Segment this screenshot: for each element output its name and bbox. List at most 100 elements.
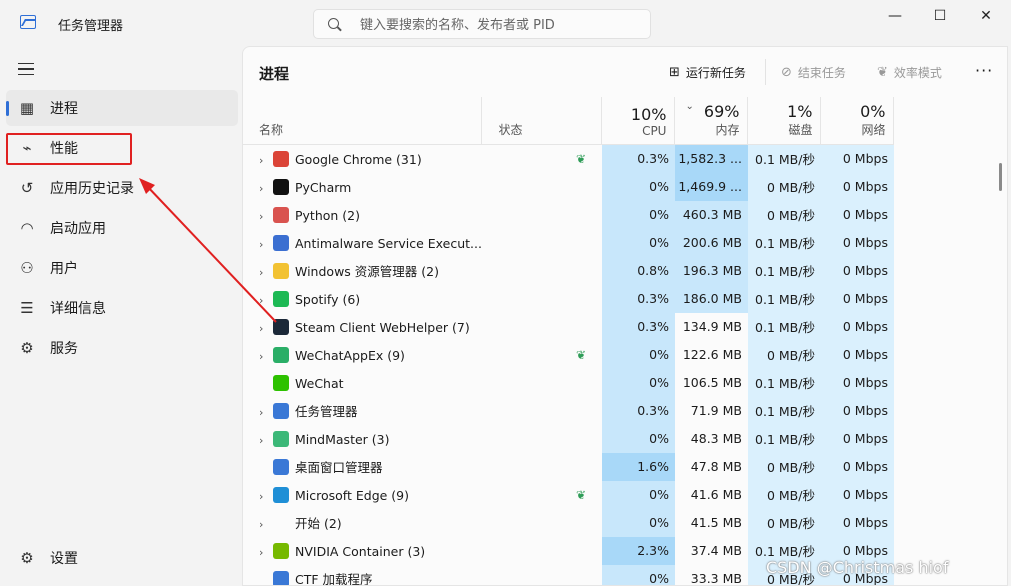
end-task-button[interactable]: ⊘ 结束任务 bbox=[781, 61, 846, 83]
sidebar: ▦ 进程 ⌁ 性能 ↺ 应用历史记录 ◠ 启动应用 ⚇ 用户 ☰ 详细信息 ⚙ … bbox=[0, 46, 242, 586]
end-task-label: 结束任务 bbox=[797, 65, 846, 80]
column-header-cpu[interactable]: 10% CPU bbox=[601, 97, 676, 145]
efficiency-mode-button[interactable]: ❦ 效率模式 bbox=[877, 61, 942, 83]
cpu-cell: 0% bbox=[601, 200, 675, 229]
column-header-status[interactable]: 状态 bbox=[481, 97, 603, 145]
table-row[interactable]: WeChat 0% 106.5 MB 0.1 MB/秒 0 Mbps bbox=[243, 368, 894, 397]
process-name-cell: › NVIDIA Container (3) bbox=[243, 537, 482, 565]
history-icon: ↺ bbox=[20, 179, 34, 197]
search-input[interactable] bbox=[358, 15, 642, 35]
table-row[interactable]: › Microsoft Edge (9) ❦ 0% 41.6 MB 0 MB/秒 0 Mbp… bbox=[243, 480, 894, 509]
close-button[interactable]: ✕ bbox=[963, 0, 1009, 32]
title-bar: 任务管理器 — ☐ ✕ bbox=[0, 0, 1011, 46]
table-row[interactable]: › Spotify (6) 0.3% 186.0 MB 0.1 MB/秒 0 Mbps bbox=[243, 284, 894, 313]
table-row[interactable]: › WeChatAppEx (9) ❦ 0% 122.6 MB 0 MB/秒 0 Mbps bbox=[243, 340, 894, 369]
network-cell: 0 Mbps bbox=[820, 312, 894, 341]
expand-chevron-icon[interactable]: › bbox=[259, 322, 273, 335]
expand-chevron-icon[interactable]: › bbox=[259, 350, 273, 363]
table-row[interactable]: › 任务管理器 0.3% 71.9 MB 0.1 MB/秒 0 Mbps bbox=[243, 396, 894, 425]
status-cell bbox=[482, 369, 602, 397]
table-row[interactable]: › 开始 (2) 0% 41.5 MB 0 MB/秒 0 Mbps bbox=[243, 508, 894, 537]
status-cell bbox=[482, 285, 602, 313]
column-header-disk[interactable]: 1% 磁盘 bbox=[747, 97, 822, 145]
sidebar-item-app-history[interactable]: ↺ 应用历史记录 bbox=[6, 170, 238, 206]
process-name-cell: CTF 加载程序 bbox=[243, 565, 482, 585]
sidebar-item-users[interactable]: ⚇ 用户 bbox=[6, 250, 238, 286]
expand-chevron-icon[interactable]: › bbox=[259, 518, 273, 531]
expand-chevron-icon[interactable]: › bbox=[259, 238, 273, 251]
page-title: 进程 bbox=[259, 65, 290, 83]
process-name: WeChat bbox=[295, 375, 344, 391]
annotation-highlight-box bbox=[6, 133, 132, 165]
network-cell: 0 Mbps bbox=[820, 172, 894, 201]
column-header-network[interactable]: 0% 网络 bbox=[820, 97, 895, 145]
memory-cell: 106.5 MB bbox=[682, 375, 742, 390]
hamburger-menu-icon[interactable] bbox=[18, 63, 34, 75]
minimize-button[interactable]: — bbox=[872, 0, 918, 32]
process-name-cell: › Spotify (6) bbox=[243, 285, 482, 313]
disk-cell: 0.1 MB/秒 bbox=[747, 228, 821, 257]
expand-chevron-icon[interactable]: › bbox=[259, 406, 273, 419]
process-app-icon bbox=[273, 571, 289, 585]
more-options-icon[interactable]: ··· bbox=[975, 61, 993, 80]
expand-chevron-icon[interactable]: › bbox=[259, 490, 273, 503]
table-row[interactable]: › Steam Client WebHelper (7) 0.3% 134.9 MB 0… bbox=[243, 312, 894, 341]
process-app-icon bbox=[273, 263, 289, 279]
cpu-cell: 0% bbox=[601, 480, 675, 509]
status-cell bbox=[482, 537, 602, 565]
status-cell bbox=[482, 565, 602, 586]
run-new-task-label: 运行新任务 bbox=[685, 65, 746, 80]
sidebar-item-label: 设置 bbox=[50, 551, 78, 567]
sidebar-item-settings[interactable]: ⚙ 设置 bbox=[6, 540, 238, 576]
memory-cell: 122.6 MB bbox=[682, 347, 742, 362]
process-name: Antimalware Service Execut... bbox=[295, 235, 482, 251]
sidebar-item-label: 用户 bbox=[50, 261, 78, 277]
sidebar-item-processes[interactable]: ▦ 进程 bbox=[6, 90, 238, 126]
process-app-icon bbox=[273, 542, 289, 559]
process-name-cell: WeChat bbox=[243, 369, 482, 397]
expand-chevron-icon[interactable]: › bbox=[259, 182, 273, 195]
run-new-task-button[interactable]: ⊞ 运行新任务 bbox=[669, 61, 746, 83]
search-box[interactable] bbox=[313, 9, 651, 39]
status-cell bbox=[482, 509, 602, 537]
expand-chevron-icon[interactable]: › bbox=[259, 294, 273, 307]
process-app-icon bbox=[273, 290, 289, 307]
network-cell: 0 Mbps bbox=[820, 340, 894, 369]
table-row[interactable]: › PyCharm 0% 1,469.9 ... 0 MB/秒 0 Mbps bbox=[243, 172, 894, 201]
maximize-button[interactable]: ☐ bbox=[917, 0, 963, 32]
table-row[interactable]: › Google Chrome (31) ❦ 0.3% 1,582.3 ... 0.1 M… bbox=[243, 144, 894, 173]
process-app-icon bbox=[273, 459, 289, 475]
process-name: 开始 (2) bbox=[295, 516, 342, 531]
process-app-icon bbox=[273, 318, 289, 335]
status-cell: ❦ bbox=[482, 481, 602, 509]
process-table: 名称 状态 10% CPU ⌄ 69% 内存 1% 磁盘 0% 网络 › Google Ch… bbox=[243, 97, 895, 586]
sidebar-item-services[interactable]: ⚙ 服务 bbox=[6, 330, 238, 366]
efficiency-leaf-icon: ❦ bbox=[575, 488, 587, 502]
table-row[interactable]: › Python (2) 0% 460.3 MB 0 MB/秒 0 Mbps bbox=[243, 200, 894, 229]
expand-chevron-icon[interactable]: › bbox=[259, 434, 273, 447]
vertical-scrollbar[interactable] bbox=[999, 163, 1002, 191]
column-header-name[interactable]: 名称 bbox=[243, 97, 483, 145]
column-header-memory[interactable]: ⌄ 69% 内存 bbox=[674, 97, 749, 145]
sort-chevron-icon: ⌄ bbox=[685, 101, 694, 112]
sidebar-item-details[interactable]: ☰ 详细信息 bbox=[6, 290, 238, 326]
process-name-cell: › MindMaster (3) bbox=[243, 425, 482, 453]
cpu-cell: 0.3% bbox=[601, 312, 675, 341]
disk-cell: 0 MB/秒 bbox=[747, 508, 821, 537]
cpu-cell: 0% bbox=[601, 368, 675, 397]
expand-chevron-icon[interactable]: › bbox=[259, 546, 273, 559]
table-row[interactable]: › Antimalware Service Execut... 0% 200.6 MB… bbox=[243, 228, 894, 257]
status-cell bbox=[482, 173, 602, 201]
table-row[interactable]: › Windows 资源管理器 (2) 0.8% 196.3 MB 0.1 MB/秒 0 … bbox=[243, 256, 894, 285]
efficiency-leaf-icon: ❦ bbox=[575, 348, 587, 362]
cpu-cell: 0.3% bbox=[601, 284, 675, 313]
table-row[interactable]: › MindMaster (3) 0% 48.3 MB 0.1 MB/秒 0 Mbps bbox=[243, 424, 894, 453]
table-row[interactable]: 桌面窗口管理器 1.6% 47.8 MB 0 MB/秒 0 Mbps bbox=[243, 452, 894, 481]
sidebar-item-startup[interactable]: ◠ 启动应用 bbox=[6, 210, 238, 246]
expand-chevron-icon[interactable]: › bbox=[259, 210, 273, 223]
expand-chevron-icon[interactable]: › bbox=[259, 154, 273, 167]
network-total: 0% bbox=[860, 101, 886, 121]
memory-cell: 41.6 MB bbox=[690, 487, 742, 502]
expand-chevron-icon[interactable]: › bbox=[259, 266, 273, 279]
disk-cell: 0 MB/秒 bbox=[747, 452, 821, 481]
